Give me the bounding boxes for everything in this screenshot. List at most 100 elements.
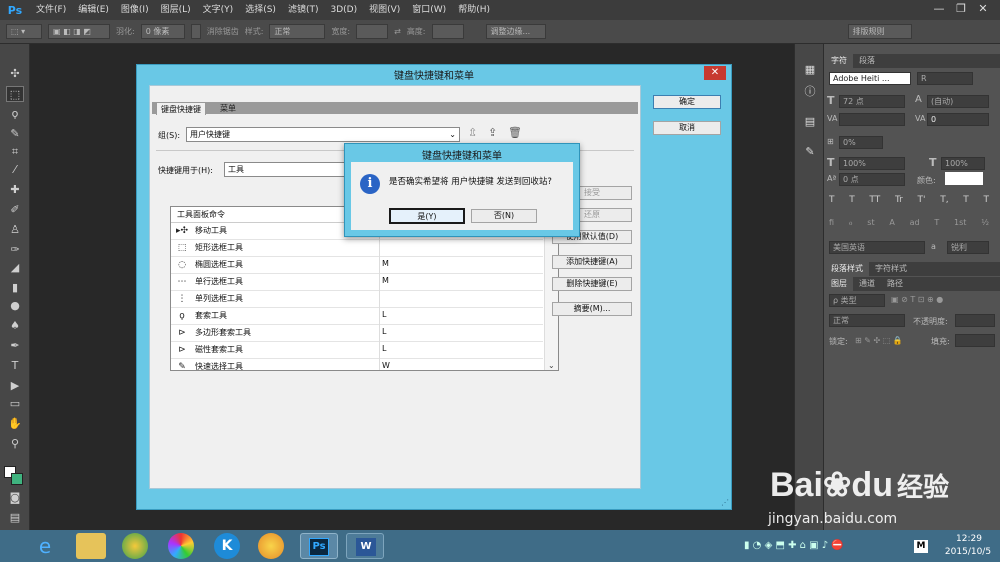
- resize-grip-icon[interactable]: ⋰: [721, 498, 729, 507]
- taskbar-photoshop[interactable]: Ps: [300, 533, 338, 559]
- set-select[interactable]: 用户快捷键 ⌄: [186, 127, 460, 142]
- subscript-button[interactable]: T,: [940, 195, 948, 207]
- table-row[interactable]: ✎ 快速选择工具 W: [171, 359, 543, 370]
- blend-mode-select[interactable]: 正常: [829, 314, 905, 327]
- faux-italic-button[interactable]: T: [849, 195, 855, 207]
- pen-tool-icon[interactable]: ✒: [6, 338, 24, 354]
- info-panel-icon[interactable]: ⓘ: [801, 84, 819, 100]
- feather-input[interactable]: 0 像素: [140, 24, 185, 39]
- contextual-button[interactable]: ℴ: [849, 218, 853, 230]
- adjustments-panel-icon[interactable]: ✎: [801, 144, 819, 160]
- width-input[interactable]: [356, 24, 389, 39]
- all-caps-button[interactable]: TT: [869, 195, 880, 207]
- close-app-button[interactable]: ✕: [972, 0, 994, 18]
- add-shortcut-button[interactable]: 添加快捷键(A): [552, 255, 632, 269]
- kerning-input[interactable]: [839, 113, 905, 126]
- menu-select[interactable]: 选择(S): [239, 0, 282, 20]
- list-scrollbar[interactable]: ⌄: [544, 223, 558, 370]
- antialias-checkbox[interactable]: [190, 24, 201, 39]
- menu-image[interactable]: 图像(I): [115, 0, 155, 20]
- lasso-tool-icon[interactable]: ϙ: [6, 106, 24, 122]
- eraser-tool-icon[interactable]: ◢: [6, 260, 24, 276]
- discretionary-button[interactable]: st: [867, 218, 874, 230]
- taskbar-word[interactable]: W: [346, 533, 384, 559]
- shortcuts-for-select[interactable]: 工具: [224, 162, 348, 177]
- menu-edit[interactable]: 编辑(E): [72, 0, 115, 20]
- shape-tool-icon[interactable]: ▭: [6, 396, 24, 412]
- quick-select-tool-icon[interactable]: ✎: [6, 126, 24, 142]
- dodge-tool-icon[interactable]: ♠: [6, 318, 24, 334]
- history-panel-icon[interactable]: ▦: [801, 62, 819, 78]
- font-style-select[interactable]: R: [917, 72, 973, 85]
- menu-file[interactable]: 文件(F): [30, 0, 72, 20]
- brush-tool-icon[interactable]: ✐: [6, 202, 24, 218]
- system-tray-icons[interactable]: ▮ ◔ ◈ ⬒ ✚ ⌂ ▣ ♪ ⛔: [744, 540, 844, 551]
- hand-tool-icon[interactable]: ✋: [6, 416, 24, 432]
- fill-input[interactable]: [955, 334, 995, 347]
- table-row[interactable]: ⋮ 单列选框工具: [171, 291, 543, 308]
- file-explorer-icon[interactable]: [76, 533, 106, 559]
- quick-mask-icon[interactable]: ◙: [6, 490, 24, 506]
- yes-button[interactable]: 是(Y): [389, 208, 465, 224]
- stylistic-button[interactable]: ad: [910, 218, 920, 230]
- tab-keyboard-shortcuts[interactable]: 键盘快捷键: [156, 102, 206, 115]
- menu-view[interactable]: 视图(V): [363, 0, 406, 20]
- marquee-tool-preset[interactable]: ⬚ ▾: [6, 24, 42, 39]
- leading-input[interactable]: (自动): [927, 95, 989, 108]
- language-select[interactable]: 美国英语: [829, 241, 925, 254]
- tab-character[interactable]: 字符: [825, 54, 853, 68]
- tsume-input[interactable]: 0%: [839, 136, 883, 149]
- background-color-swatch[interactable]: [11, 473, 23, 485]
- text-color-swatch[interactable]: [945, 172, 983, 185]
- lock-icons[interactable]: ⊞ ✎ ✣ ⬚ 🔒: [855, 336, 903, 345]
- selection-mode-icons[interactable]: ▣ ◧ ◨ ◩: [48, 24, 110, 39]
- save-set-icon[interactable]: ⇫: [468, 126, 477, 139]
- tab-paths[interactable]: 路径: [881, 277, 909, 291]
- 360-browser-icon[interactable]: [122, 533, 148, 559]
- layer-filter-select[interactable]: ρ 类型: [829, 294, 885, 307]
- table-row[interactable]: ⊳ 磁性套索工具 L: [171, 342, 543, 359]
- antialias-select[interactable]: 锐利: [947, 241, 989, 254]
- table-row[interactable]: ◌ 椭圆选框工具 M: [171, 257, 543, 274]
- ie-icon[interactable]: e: [30, 533, 60, 559]
- delete-shortcut-button[interactable]: 删除快捷键(E): [552, 277, 632, 291]
- clock-time[interactable]: 12:29: [946, 534, 992, 544]
- tab-menus[interactable]: 菜单: [216, 102, 240, 115]
- ok-button[interactable]: 确定: [653, 95, 721, 109]
- workspace-select[interactable]: 排版规则: [847, 24, 912, 39]
- photo-app-icon[interactable]: [168, 533, 194, 559]
- swash-button[interactable]: A: [889, 218, 894, 230]
- table-row[interactable]: ⬚ 矩形选框工具: [171, 240, 543, 257]
- vertical-scale-input[interactable]: 100%: [839, 157, 905, 170]
- summary-button[interactable]: 摘要(M)...: [552, 302, 632, 316]
- delete-set-icon[interactable]: 🗑: [508, 126, 522, 139]
- dialog-close-button[interactable]: ✕: [704, 66, 726, 80]
- ligature-button[interactable]: fi: [829, 218, 834, 230]
- restore-button[interactable]: ❐: [950, 0, 972, 18]
- menu-3d[interactable]: 3D(D): [324, 0, 363, 20]
- brush-panel-icon[interactable]: ▤: [801, 114, 819, 130]
- new-set-icon[interactable]: ⇪: [488, 126, 497, 139]
- strikethrough-button[interactable]: T: [983, 195, 989, 207]
- paint-icon[interactable]: [258, 533, 284, 559]
- font-size-input[interactable]: 72 点: [839, 95, 905, 108]
- opacity-input[interactable]: [955, 314, 995, 327]
- cancel-button[interactable]: 取消: [653, 121, 721, 135]
- no-button[interactable]: 否(N): [471, 209, 537, 223]
- ime-indicator[interactable]: M: [914, 540, 928, 553]
- tab-layers[interactable]: 图层: [825, 277, 853, 291]
- titling-button[interactable]: T: [934, 218, 939, 230]
- history-brush-icon[interactable]: ✑: [6, 242, 24, 258]
- table-row[interactable]: ⋯ 单行选框工具 M: [171, 274, 543, 291]
- tab-paragraph[interactable]: 段落: [853, 54, 881, 68]
- menu-help[interactable]: 帮助(H): [452, 0, 496, 20]
- menu-window[interactable]: 窗口(W): [406, 0, 452, 20]
- small-caps-button[interactable]: Tr: [895, 195, 903, 207]
- kugou-icon[interactable]: K: [214, 533, 240, 559]
- move-tool-icon[interactable]: ✣: [6, 66, 24, 82]
- healing-tool-icon[interactable]: ✚: [6, 182, 24, 198]
- clock-date[interactable]: 2015/10/5: [940, 547, 996, 557]
- faux-bold-button[interactable]: T: [829, 195, 835, 207]
- swap-icon[interactable]: ⇄: [394, 27, 401, 36]
- tracking-input[interactable]: 0: [927, 113, 989, 126]
